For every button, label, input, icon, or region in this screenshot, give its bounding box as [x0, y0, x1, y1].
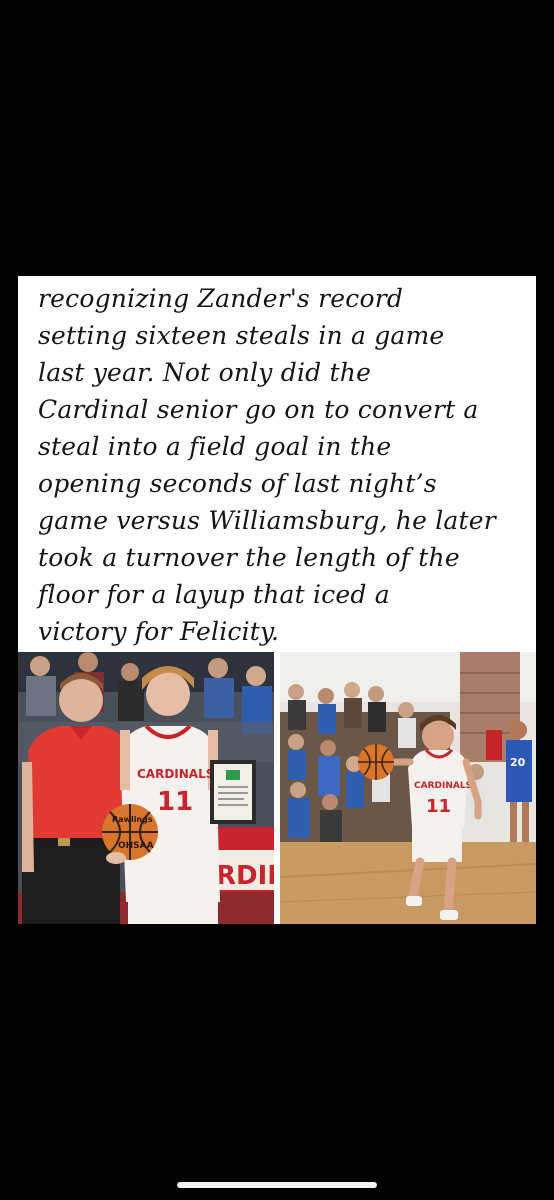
- left-jersey-team: CARDINALS: [137, 767, 214, 781]
- banner-text: RDINA: [216, 861, 274, 891]
- ball-org: OHSAA: [118, 841, 154, 851]
- game-action-photo[interactable]: 20 CARDINALS 11: [280, 652, 536, 924]
- game-action-illustration: 20 CARDINALS 11: [280, 652, 536, 924]
- left-jersey-number: 11: [157, 787, 193, 817]
- home-indicator[interactable]: [177, 1182, 377, 1188]
- opponent-jersey-number: 20: [510, 756, 526, 769]
- award-photo[interactable]: RDINA CARDINALS 11: [18, 652, 274, 924]
- ball-brand: Rawlings: [112, 815, 153, 824]
- top-black-bar: [0, 0, 554, 276]
- post-caption: recognizing Zander's record setting sixt…: [38, 284, 496, 646]
- post-card: recognizing Zander's record setting sixt…: [18, 276, 536, 924]
- right-jersey-team: CARDINALS: [414, 781, 472, 791]
- right-jersey-number: 11: [426, 796, 451, 817]
- award-photo-illustration: RDINA CARDINALS 11: [18, 652, 274, 924]
- bottom-black-bar: [0, 924, 554, 1200]
